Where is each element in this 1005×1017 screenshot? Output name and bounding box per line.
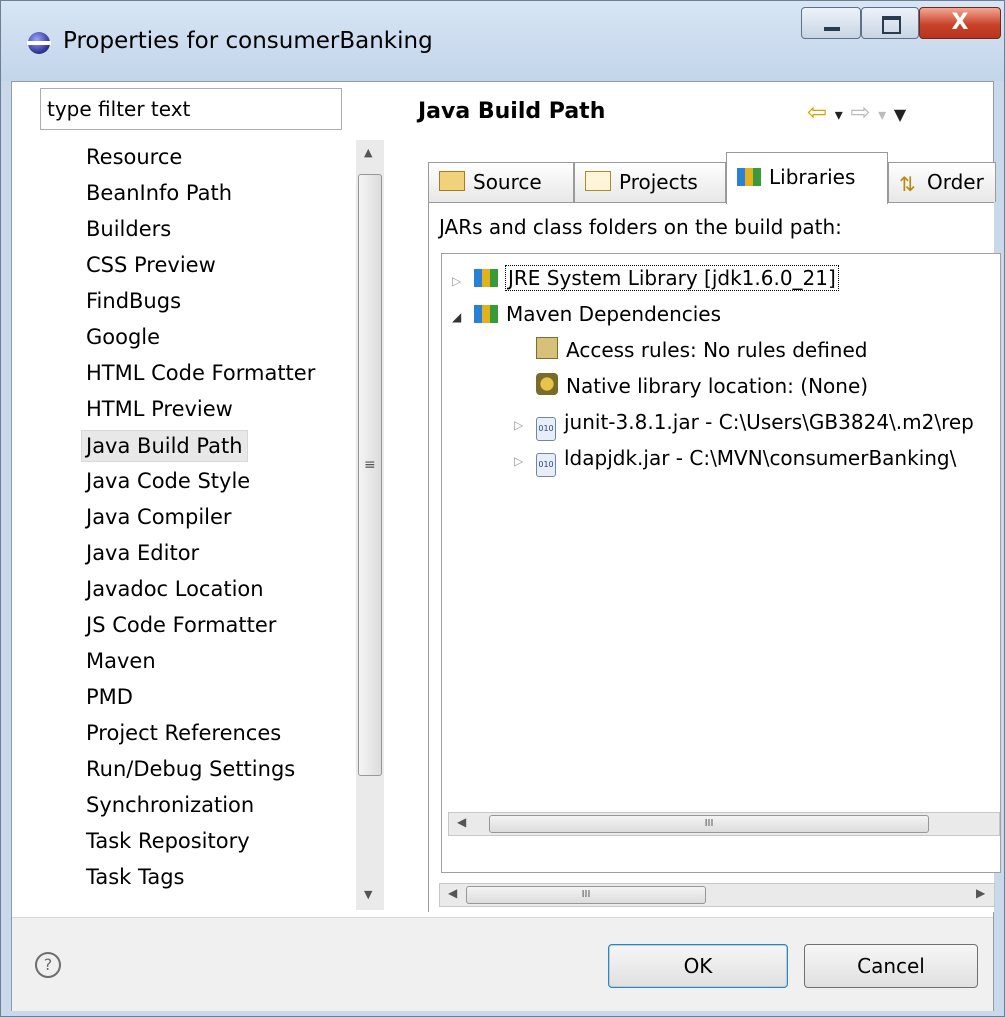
back-arrow-icon[interactable]: ⇦ xyxy=(807,98,827,126)
pane-scroll-thumb[interactable]: III xyxy=(466,886,706,904)
nav-item-google[interactable]: Google xyxy=(86,322,160,352)
nav-item-project-references[interactable]: Project References xyxy=(86,718,281,748)
nav-item-task-tags[interactable]: Task Tags xyxy=(86,862,185,892)
library-icon xyxy=(474,305,498,323)
tab-projects[interactable]: Projects xyxy=(574,162,726,202)
scroll-grip-icon: ≡ xyxy=(364,457,376,473)
pane-horizontal-scrollbar[interactable]: ◀ III ▶ xyxy=(439,883,995,907)
tree-item-ldapjdk-jar[interactable]: ▷ 010 ldapjdk.jar - C:\MVN\consumerBanking… xyxy=(514,442,957,477)
scroll-left-icon[interactable]: ◀ xyxy=(457,815,466,829)
maximize-button[interactable] xyxy=(861,7,919,39)
scroll-up-icon[interactable]: ▲ xyxy=(364,146,372,159)
nav-item-builders[interactable]: Builders xyxy=(86,214,171,244)
tree-item-jre-system-library[interactable]: ▷ JRE System Library [jdk1.6.0_21] xyxy=(452,262,839,297)
tab-order[interactable]: ⇅ Order xyxy=(888,162,996,202)
nav-item-run-debug-settings[interactable]: Run/Debug Settings xyxy=(86,754,295,784)
nav-item-java-code-style[interactable]: Java Code Style xyxy=(86,466,250,496)
tree-item-label: JRE System Library [jdk1.6.0_21] xyxy=(505,265,839,291)
history-navigation: ⇦ ▾ ⇨ ▾ ▼ xyxy=(807,98,906,126)
tree-scroll-thumb[interactable]: III xyxy=(489,815,929,833)
tab-projects-label: Projects xyxy=(619,170,698,194)
expand-icon[interactable]: ▷ xyxy=(452,265,468,297)
jar-icon: 010 xyxy=(536,417,556,441)
splitter[interactable] xyxy=(384,82,387,917)
tab-libraries-label: Libraries xyxy=(769,165,856,189)
library-icon xyxy=(737,168,761,186)
nav-vertical-scrollbar[interactable]: ▲ ≡ ▼ xyxy=(356,140,386,910)
cancel-button[interactable]: Cancel xyxy=(804,944,978,988)
nav-item-html-preview[interactable]: HTML Preview xyxy=(86,394,233,424)
minimize-button[interactable] xyxy=(801,7,861,39)
nav-item-synchronization[interactable]: Synchronization xyxy=(86,790,254,820)
nav-item-beaninfo-path[interactable]: BeanInfo Path xyxy=(86,178,232,208)
libraries-tab-panel: JARs and class folders on the build path… xyxy=(428,202,1001,912)
libraries-tree[interactable]: ▷ JRE System Library [jdk1.6.0_21] ◢ Maven… xyxy=(441,253,1001,873)
button-bar: ? OK Cancel xyxy=(12,917,993,1011)
nav-item-task-repository[interactable]: Task Repository xyxy=(86,826,250,856)
scroll-down-icon[interactable]: ▼ xyxy=(364,888,372,901)
forward-arrow-icon[interactable]: ⇨ xyxy=(850,98,870,126)
tree-item-label: junit-3.8.1.jar - C:\Users\GB3824\.m2\re… xyxy=(564,410,974,434)
nav-item-findbugs[interactable]: FindBugs xyxy=(86,286,181,316)
forward-dropdown-icon[interactable]: ▾ xyxy=(878,105,886,124)
collapse-icon[interactable]: ◢ xyxy=(452,301,468,333)
tree-item-native-library[interactable]: Native library location: (None) xyxy=(536,370,868,402)
native-library-icon xyxy=(536,373,558,395)
content-area: type filter text Resource BeanInfo Path … xyxy=(12,82,1001,917)
tab-order-label: Order xyxy=(927,170,984,194)
tab-libraries[interactable]: Libraries xyxy=(726,152,888,204)
nav-item-java-editor[interactable]: Java Editor xyxy=(86,538,199,568)
nav-item-pmd[interactable]: PMD xyxy=(86,682,133,712)
nav-item-css-preview[interactable]: CSS Preview xyxy=(86,250,216,280)
tree-item-junit-jar[interactable]: ▷ 010 junit-3.8.1.jar - C:\Users\GB3824\.m… xyxy=(514,406,974,441)
help-icon[interactable]: ? xyxy=(35,952,61,978)
scroll-left-icon[interactable]: ◀ xyxy=(448,886,457,900)
window-title: Properties for consumerBanking xyxy=(63,28,433,54)
nav-item-resource[interactable]: Resource xyxy=(86,142,182,172)
tree-item-label: Native library location: (None) xyxy=(566,374,869,398)
tree-horizontal-scrollbar[interactable]: ◀ III xyxy=(448,812,1000,836)
nav-item-java-build-path[interactable]: Java Build Path xyxy=(81,430,248,462)
dialog-client: type filter text Resource BeanInfo Path … xyxy=(11,81,1001,1011)
nav-item-html-code-formatter[interactable]: HTML Code Formatter xyxy=(86,358,315,388)
scroll-right-icon[interactable]: ▶ xyxy=(976,886,985,900)
eclipse-icon xyxy=(27,32,51,54)
tree-item-maven-dependencies[interactable]: ◢ Maven Dependencies xyxy=(452,298,721,330)
filter-input[interactable]: type filter text xyxy=(40,88,342,130)
nav-item-javadoc-location[interactable]: Javadoc Location xyxy=(86,574,264,604)
nav-item-java-compiler[interactable]: Java Compiler xyxy=(86,502,232,532)
view-menu-icon[interactable]: ▼ xyxy=(894,105,906,124)
close-button[interactable]: X xyxy=(919,7,1001,39)
tree-item-label: ldapjdk.jar - C:\MVN\consumerBanking\ xyxy=(564,446,957,470)
page-title: Java Build Path xyxy=(418,99,606,124)
library-icon xyxy=(474,269,498,287)
nav-item-js-code-formatter[interactable]: JS Code Formatter xyxy=(86,610,276,640)
expand-icon[interactable]: ▷ xyxy=(514,409,530,441)
tree-item-label: Access rules: No rules defined xyxy=(566,338,868,362)
access-rules-icon xyxy=(536,337,558,359)
jar-icon: 010 xyxy=(536,453,556,477)
title-bar[interactable]: Properties for consumerBanking X xyxy=(1,1,1004,81)
ok-button[interactable]: OK xyxy=(608,944,788,988)
tab-source-label: Source xyxy=(473,170,542,194)
property-page-list: Resource BeanInfo Path Builders CSS Prev… xyxy=(30,142,380,912)
properties-dialog: Properties for consumerBanking X type fi… xyxy=(0,0,1005,1017)
nav-scroll-thumb[interactable]: ≡ xyxy=(358,174,382,776)
order-export-icon: ⇅ xyxy=(899,172,916,196)
build-path-tabs: Source Projects Libraries ⇅ Order xyxy=(428,152,998,204)
tree-item-label: Maven Dependencies xyxy=(506,302,722,326)
source-folder-icon xyxy=(439,171,465,191)
tree-item-access-rules[interactable]: Access rules: No rules defined xyxy=(536,334,867,366)
close-icon: X xyxy=(951,10,969,35)
tab-source[interactable]: Source xyxy=(428,162,574,202)
nav-item-maven[interactable]: Maven xyxy=(86,646,156,676)
libraries-label: JARs and class folders on the build path… xyxy=(439,215,842,239)
project-folder-icon xyxy=(585,171,611,191)
expand-icon[interactable]: ▷ xyxy=(514,445,530,477)
back-dropdown-icon[interactable]: ▾ xyxy=(835,105,843,124)
